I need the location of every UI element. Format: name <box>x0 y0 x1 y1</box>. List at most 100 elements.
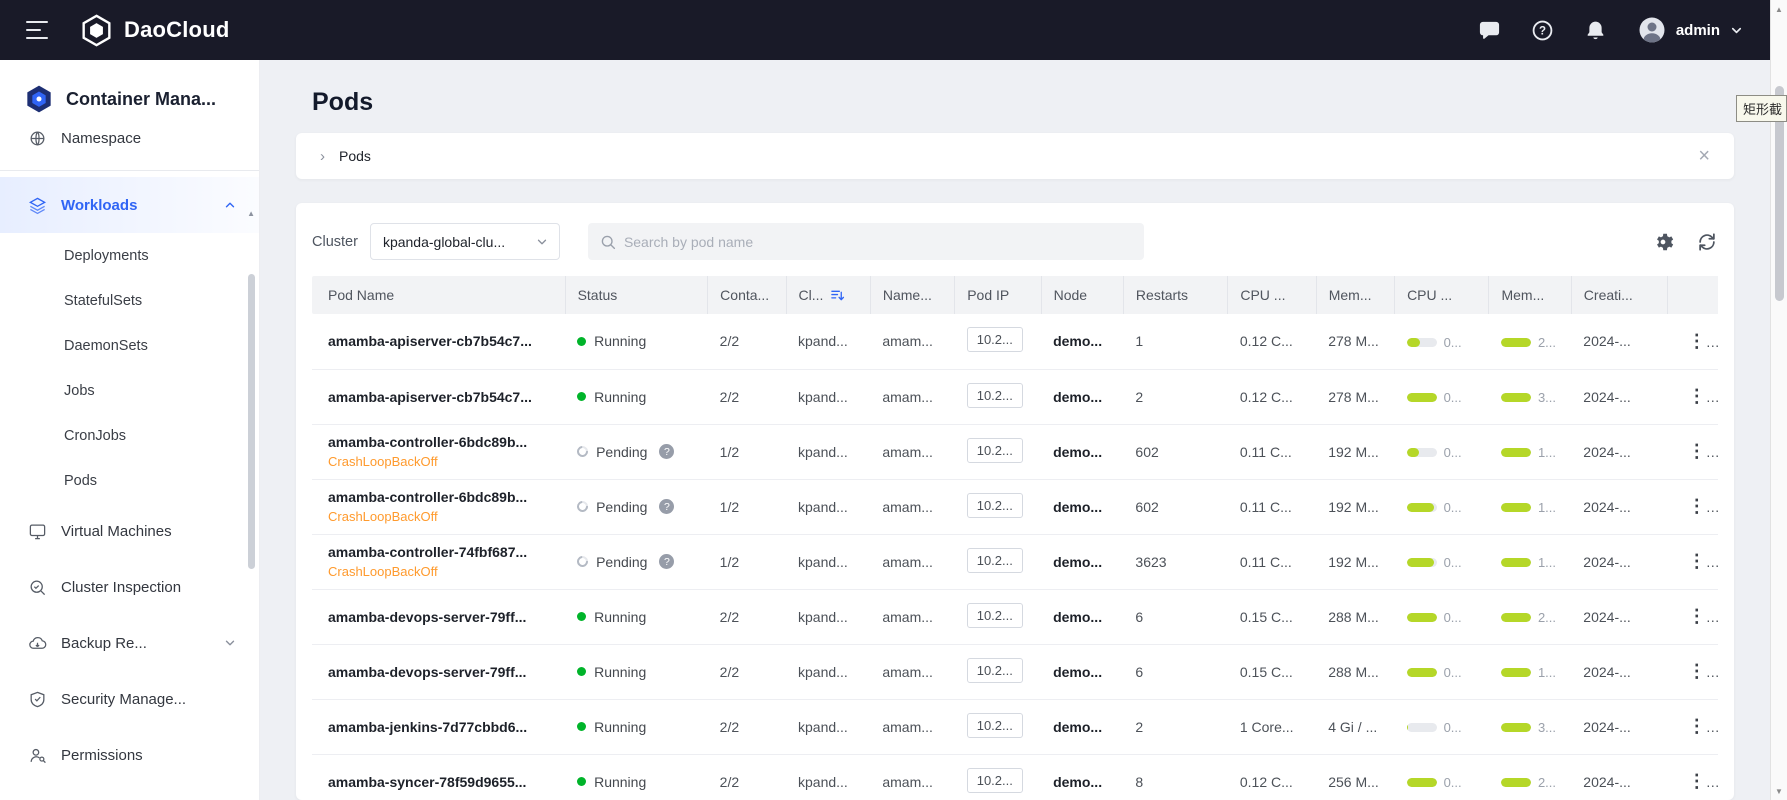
row-actions-button[interactable]: ⋮ <box>1680 767 1714 795</box>
col-restarts: Restarts <box>1123 276 1227 314</box>
restarts-cell: 602 <box>1123 479 1227 534</box>
scrollbar-up-arrow[interactable]: ▲ <box>1771 1 1787 17</box>
pod-name-link[interactable]: amamba-controller-6bdc89b... <box>328 489 553 505</box>
node-link[interactable]: demo... <box>1053 609 1102 625</box>
row-actions-button[interactable]: ⋮ <box>1680 382 1714 410</box>
sidebar-item-namespace[interactable]: Namespace <box>0 130 259 166</box>
row-actions-button[interactable]: ⋮ <box>1680 492 1714 520</box>
bell-icon[interactable] <box>1584 19 1607 42</box>
settings-icon[interactable] <box>1652 231 1674 253</box>
sidebar-item-daemonsets[interactable]: DaemonSets <box>0 323 259 368</box>
chat-icon[interactable] <box>1478 19 1501 42</box>
cpu-request-cell: 0.12 C... <box>1228 369 1316 424</box>
sidebar-item-permissions[interactable]: Permissions <box>0 727 259 783</box>
col-cpu-usage: CPU ... <box>1395 276 1489 314</box>
mem-usage-label: 1... <box>1538 665 1556 680</box>
cluster-select[interactable]: kpanda-global-clu... <box>370 223 560 260</box>
mem-request-cell: 288 M... <box>1316 589 1394 644</box>
status-help-icon[interactable]: ? <box>659 444 674 459</box>
pod-ip-tag: 10.2... <box>967 658 1023 683</box>
node-link[interactable]: demo... <box>1053 333 1102 349</box>
namespace-cell: amam... <box>870 644 954 699</box>
pod-name-link[interactable]: amamba-devops-server-79ff... <box>328 664 553 680</box>
pod-ip-tag: 10.2... <box>967 603 1023 628</box>
pod-name-link[interactable]: amamba-syncer-78f59d9655... <box>328 774 553 790</box>
table-row: amamba-apiserver-cb7b54c7... Running ? 2… <box>312 314 1718 369</box>
sidebar-item-backup-restore[interactable]: Backup Re... <box>0 615 259 671</box>
user-menu[interactable]: admin <box>1637 15 1744 45</box>
mem-usage-fill <box>1501 613 1531 622</box>
status-indicator <box>575 554 590 569</box>
row-actions-button[interactable]: ⋮ <box>1680 437 1714 465</box>
status-indicator <box>577 612 586 621</box>
row-actions-button[interactable]: ⋮ <box>1680 657 1714 685</box>
containers-cell: 1/2 <box>708 424 786 479</box>
row-actions-button[interactable]: ⋮ <box>1680 547 1714 575</box>
cpu-usage-bar <box>1407 338 1437 347</box>
node-link[interactable]: demo... <box>1053 664 1102 680</box>
pod-name-link[interactable]: amamba-apiserver-cb7b54c7... <box>328 333 553 349</box>
sidebar-item-workloads[interactable]: Workloads <box>0 177 259 233</box>
cpu-usage-label: 0... <box>1444 445 1462 460</box>
sidebar-item-jobs[interactable]: Jobs <box>0 368 259 413</box>
status-help-icon[interactable]: ? <box>659 499 674 514</box>
mem-usage-bar <box>1501 393 1531 402</box>
sidebar-item-virtual-machines[interactable]: Virtual Machines <box>0 503 259 559</box>
node-link[interactable]: demo... <box>1053 389 1102 405</box>
pod-name-link[interactable]: amamba-controller-6bdc89b... <box>328 434 553 450</box>
status-text: Running <box>594 333 646 349</box>
mem-usage-label: 1... <box>1538 555 1556 570</box>
pod-name-link[interactable]: amamba-devops-server-79ff... <box>328 609 553 625</box>
mem-usage-fill <box>1501 448 1531 457</box>
sort-icon[interactable] <box>830 288 845 303</box>
status-help-icon[interactable]: ? <box>659 554 674 569</box>
status-indicator <box>577 392 586 401</box>
sidebar-item-cronjobs[interactable]: CronJobs <box>0 413 259 458</box>
cpu-usage-bar <box>1407 613 1437 622</box>
sidebar-item-pods[interactable]: Pods <box>0 458 259 503</box>
cpu-request-cell: 0.11 C... <box>1228 534 1316 589</box>
mem-request-cell: 288 M... <box>1316 644 1394 699</box>
pod-name-link[interactable]: amamba-apiserver-cb7b54c7... <box>328 389 553 405</box>
scrollbar-down-arrow[interactable]: ▼ <box>1771 783 1787 799</box>
sidebar-module-title: Container Mana... <box>0 60 259 130</box>
sidebar-scroll-up-arrow[interactable]: ▲ <box>247 210 255 218</box>
status-text: Running <box>594 389 646 405</box>
breadcrumb-item[interactable]: Pods <box>339 148 371 164</box>
node-link[interactable]: demo... <box>1053 719 1102 735</box>
row-actions-button[interactable]: ⋮ <box>1680 712 1714 740</box>
node-link[interactable]: demo... <box>1053 774 1102 790</box>
namespace-cell: amam... <box>870 314 954 369</box>
refresh-icon[interactable] <box>1696 231 1718 253</box>
status-indicator <box>575 444 590 459</box>
username: admin <box>1676 22 1720 39</box>
pod-name-link[interactable]: amamba-controller-74fbf687... <box>328 544 553 560</box>
node-link[interactable]: demo... <box>1053 499 1102 515</box>
sidebar-scrollbar-thumb[interactable] <box>248 274 255 569</box>
node-link[interactable]: demo... <box>1053 554 1102 570</box>
cpu-usage-fill <box>1407 778 1437 787</box>
sidebar-item-security-management[interactable]: Security Manage... <box>0 671 259 727</box>
sidebar-item-statefulsets[interactable]: StatefulSets <box>0 278 259 323</box>
status-text: Running <box>594 774 646 790</box>
mem-usage-label: 1... <box>1538 500 1556 515</box>
menu-icon[interactable] <box>26 21 50 39</box>
breadcrumb: › Pods × <box>296 133 1734 179</box>
close-icon[interactable]: × <box>1698 146 1710 166</box>
mem-request-cell: 256 M... <box>1316 754 1394 800</box>
brand-name: DaoCloud <box>124 17 229 43</box>
row-actions-button[interactable]: ⋮ <box>1680 602 1714 630</box>
sidebar-item-deployments[interactable]: Deployments <box>0 233 259 278</box>
col-status: Status <box>565 276 708 314</box>
status-text: Pending <box>596 499 647 515</box>
help-icon[interactable]: ? <box>1531 19 1554 42</box>
containers-cell: 1/2 <box>708 479 786 534</box>
search-input[interactable] <box>624 234 1132 250</box>
row-actions-button[interactable]: ⋮ <box>1680 327 1714 355</box>
sidebar-item-cluster-inspection[interactable]: Cluster Inspection <box>0 559 259 615</box>
pod-name-link[interactable]: amamba-jenkins-7d77cbbd6... <box>328 719 553 735</box>
created-cell: 2024-... <box>1571 589 1667 644</box>
workloads-icon <box>28 196 47 215</box>
node-link[interactable]: demo... <box>1053 444 1102 460</box>
table-row: amamba-jenkins-7d77cbbd6... Running ? 2/… <box>312 699 1718 754</box>
